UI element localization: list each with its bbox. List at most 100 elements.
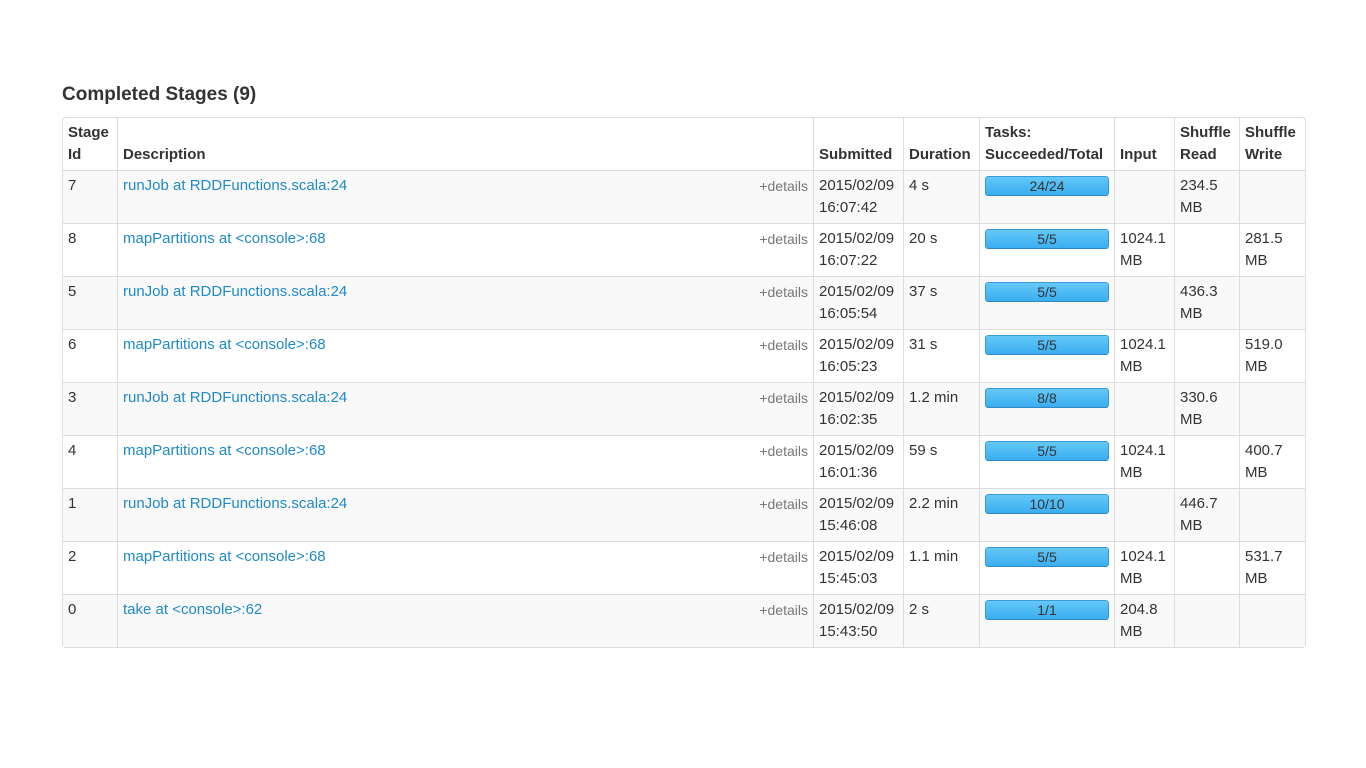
tasks-progress-bar: 5/5 — [985, 335, 1109, 355]
submitted-cell: 2015/02/09 16:05:54 — [813, 276, 903, 329]
description-cell: take at <console>:62 +details — [117, 594, 813, 647]
shuffle-write-cell — [1239, 488, 1305, 541]
tasks-progress-bar: 5/5 — [985, 282, 1109, 302]
shuffle-read-cell: 330.6 MB — [1174, 382, 1239, 435]
col-header-shuffle-write[interactable]: Shuffle Write — [1239, 118, 1305, 170]
table-row: 5 runJob at RDDFunctions.scala:24 +detai… — [63, 276, 1305, 329]
submitted-cell: 2015/02/09 15:43:50 — [813, 594, 903, 647]
stage-description-link[interactable]: runJob at RDDFunctions.scala:24 — [123, 177, 347, 194]
col-header-shuffle-read[interactable]: Shuffle Read — [1174, 118, 1239, 170]
tasks-progress-bar: 5/5 — [985, 229, 1109, 249]
stage-description-link[interactable]: runJob at RDDFunctions.scala:24 — [123, 283, 347, 300]
details-toggle[interactable]: +details — [759, 334, 808, 356]
stage-id-cell: 7 — [63, 170, 117, 223]
description-cell: mapPartitions at <console>:68 +details — [117, 223, 813, 276]
tasks-cell: 24/24 — [979, 170, 1114, 223]
details-toggle[interactable]: +details — [759, 440, 808, 462]
input-cell — [1114, 382, 1174, 435]
details-toggle[interactable]: +details — [759, 281, 808, 303]
stage-id-cell: 3 — [63, 382, 117, 435]
tasks-progress-bar: 8/8 — [985, 388, 1109, 408]
details-toggle[interactable]: +details — [759, 546, 808, 568]
tasks-cell: 5/5 — [979, 329, 1114, 382]
details-toggle[interactable]: +details — [759, 228, 808, 250]
details-toggle[interactable]: +details — [759, 493, 808, 515]
tasks-progress-bar: 10/10 — [985, 494, 1109, 514]
tasks-progress-bar: 24/24 — [985, 176, 1109, 196]
stage-description-link[interactable]: mapPartitions at <console>:68 — [123, 442, 326, 459]
shuffle-read-cell: 436.3 MB — [1174, 276, 1239, 329]
details-toggle[interactable]: +details — [759, 599, 808, 621]
tasks-progress-label: 5/5 — [1037, 443, 1057, 459]
table-row: 0 take at <console>:62 +details 2015/02/… — [63, 594, 1305, 647]
col-header-duration[interactable]: Duration — [903, 118, 979, 170]
stage-description-link[interactable]: runJob at RDDFunctions.scala:24 — [123, 495, 347, 512]
table-row: 3 runJob at RDDFunctions.scala:24 +detai… — [63, 382, 1305, 435]
col-header-tasks[interactable]: Tasks: Succeeded/Total — [979, 118, 1114, 170]
details-toggle[interactable]: +details — [759, 387, 808, 409]
submitted-cell: 2015/02/09 16:05:23 — [813, 329, 903, 382]
tasks-cell: 5/5 — [979, 435, 1114, 488]
duration-cell: 1.2 min — [903, 382, 979, 435]
shuffle-write-cell: 400.7 MB — [1239, 435, 1305, 488]
details-toggle[interactable]: +details — [759, 175, 808, 197]
table-row: 1 runJob at RDDFunctions.scala:24 +detai… — [63, 488, 1305, 541]
tasks-cell: 1/1 — [979, 594, 1114, 647]
description-cell: runJob at RDDFunctions.scala:24 +details — [117, 276, 813, 329]
table-header-row: Stage Id Description Submitted Duration … — [63, 118, 1305, 170]
tasks-progress-label: 5/5 — [1037, 284, 1057, 300]
duration-cell: 31 s — [903, 329, 979, 382]
duration-cell: 1.1 min — [903, 541, 979, 594]
stage-id-cell: 2 — [63, 541, 117, 594]
shuffle-write-cell: 531.7 MB — [1239, 541, 1305, 594]
tasks-progress-label: 5/5 — [1037, 231, 1057, 247]
shuffle-write-cell: 281.5 MB — [1239, 223, 1305, 276]
stage-id-cell: 1 — [63, 488, 117, 541]
submitted-cell: 2015/02/09 16:07:42 — [813, 170, 903, 223]
stage-description-link[interactable]: mapPartitions at <console>:68 — [123, 548, 326, 565]
tasks-cell: 8/8 — [979, 382, 1114, 435]
tasks-progress-label: 8/8 — [1037, 390, 1057, 406]
stage-id-cell: 0 — [63, 594, 117, 647]
table-row: 8 mapPartitions at <console>:68 +details… — [63, 223, 1305, 276]
submitted-cell: 2015/02/09 15:45:03 — [813, 541, 903, 594]
description-cell: runJob at RDDFunctions.scala:24 +details — [117, 382, 813, 435]
shuffle-write-cell: 519.0 MB — [1239, 329, 1305, 382]
col-header-input[interactable]: Input — [1114, 118, 1174, 170]
shuffle-write-cell — [1239, 170, 1305, 223]
col-header-submitted[interactable]: Submitted — [813, 118, 903, 170]
input-cell: 204.8 MB — [1114, 594, 1174, 647]
tasks-progress-label: 5/5 — [1037, 337, 1057, 353]
tasks-cell: 5/5 — [979, 223, 1114, 276]
tasks-cell: 10/10 — [979, 488, 1114, 541]
tasks-progress-label: 5/5 — [1037, 549, 1057, 565]
table-row: 4 mapPartitions at <console>:68 +details… — [63, 435, 1305, 488]
stage-description-link[interactable]: mapPartitions at <console>:68 — [123, 230, 326, 247]
shuffle-read-cell — [1174, 435, 1239, 488]
tasks-progress-label: 1/1 — [1037, 602, 1057, 618]
table-row: 6 mapPartitions at <console>:68 +details… — [63, 329, 1305, 382]
description-cell: runJob at RDDFunctions.scala:24 +details — [117, 170, 813, 223]
shuffle-write-cell — [1239, 594, 1305, 647]
stage-id-cell: 8 — [63, 223, 117, 276]
stage-id-cell: 5 — [63, 276, 117, 329]
duration-cell: 2 s — [903, 594, 979, 647]
duration-cell: 20 s — [903, 223, 979, 276]
input-cell: 1024.1 MB — [1114, 435, 1174, 488]
stage-description-link[interactable]: runJob at RDDFunctions.scala:24 — [123, 389, 347, 406]
stage-description-link[interactable]: mapPartitions at <console>:68 — [123, 336, 326, 353]
input-cell: 1024.1 MB — [1114, 329, 1174, 382]
duration-cell: 2.2 min — [903, 488, 979, 541]
col-header-stage-id[interactable]: Stage Id — [63, 118, 117, 170]
tasks-progress-bar: 5/5 — [985, 547, 1109, 567]
table-row: 2 mapPartitions at <console>:68 +details… — [63, 541, 1305, 594]
input-cell — [1114, 488, 1174, 541]
input-cell — [1114, 276, 1174, 329]
input-cell — [1114, 170, 1174, 223]
col-header-description[interactable]: Description — [117, 118, 813, 170]
stage-description-link[interactable]: take at <console>:62 — [123, 601, 262, 618]
table-row: 7 runJob at RDDFunctions.scala:24 +detai… — [63, 170, 1305, 223]
submitted-cell: 2015/02/09 16:01:36 — [813, 435, 903, 488]
description-cell: mapPartitions at <console>:68 +details — [117, 541, 813, 594]
shuffle-read-cell — [1174, 594, 1239, 647]
